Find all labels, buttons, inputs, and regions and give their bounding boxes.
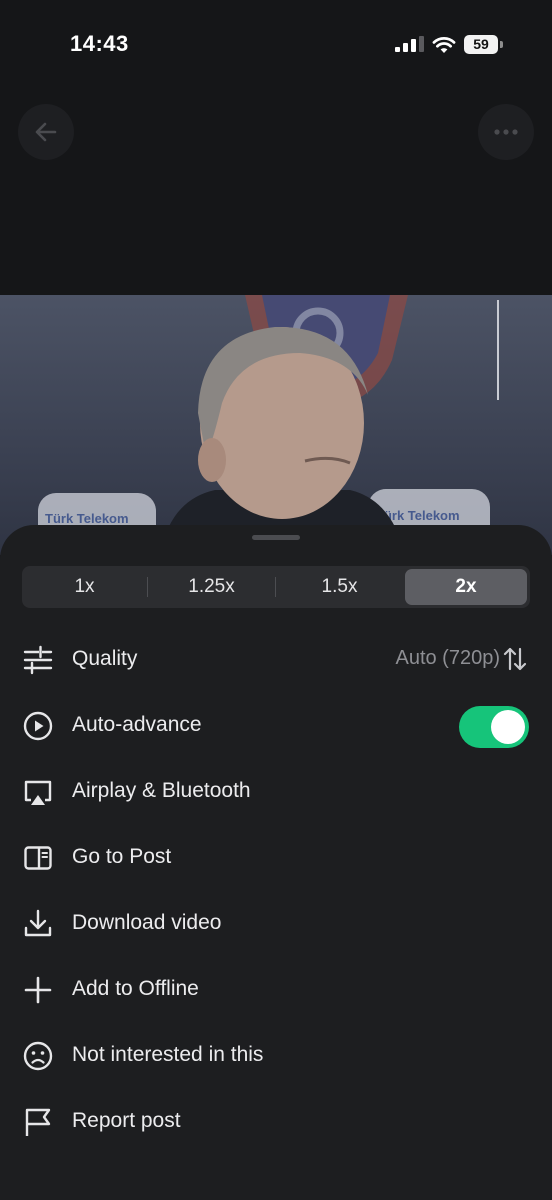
airplay-icon [24,780,52,805]
side-panel-icon [24,846,52,870]
quality-row[interactable]: Quality Auto (720p) [0,629,552,689]
battery-level: 59 [464,35,498,54]
back-button[interactable] [18,104,74,160]
frown-face-icon [23,1041,53,1071]
battery-icon: 59 [464,35,504,54]
sheet-drag-handle[interactable] [252,535,300,540]
add-to-offline-row[interactable]: Add to Offline [0,959,552,1019]
sponsor-logo-left: Türk Telekom [45,511,129,526]
airplay-row[interactable]: Airplay & Bluetooth [0,761,552,821]
not-interested-row[interactable]: Not interested in this [0,1025,552,1085]
toggle-knob [491,710,525,744]
go-to-post-row[interactable]: Go to Post [0,827,552,887]
go-to-post-label: Go to Post [72,845,172,868]
video-player[interactable]: Türk Telekom Türk Telekom [0,295,552,555]
speed-option-1-25x[interactable]: 1.25x [148,566,275,608]
download-video-label: Download video [72,911,222,934]
download-video-row[interactable]: Download video [0,893,552,953]
cellular-signal-icon [395,36,424,52]
download-icon [24,909,52,937]
flag-icon [25,1108,51,1136]
more-horizontal-icon [494,129,518,135]
quality-value: Auto (720p) [395,647,500,669]
playback-speed-selector: 1x 1.25x 1.5x 2x [22,566,530,608]
speed-option-1x[interactable]: 1x [22,566,147,608]
status-time: 14:43 [70,31,129,56]
add-to-offline-label: Add to Offline [72,977,199,1000]
not-interested-label: Not interested in this [72,1043,264,1066]
video-frame-image: Türk Telekom Türk Telekom [38,295,490,555]
airplay-label: Airplay & Bluetooth [72,779,251,802]
status-bar: 14:43 59 [0,0,552,90]
speed-option-1-5x[interactable]: 1.5x [276,566,403,608]
report-post-label: Report post [72,1109,181,1132]
swap-vertical-icon [503,647,527,671]
sliders-icon [23,645,53,675]
auto-advance-label: Auto-advance [72,713,202,736]
plus-icon [24,976,52,1004]
auto-advance-toggle[interactable] [459,706,529,748]
report-post-row[interactable]: Report post [0,1091,552,1151]
play-circle-icon [23,711,53,741]
more-options-button[interactable] [478,104,534,160]
arrow-left-icon [35,122,57,142]
auto-advance-row: Auto-advance [0,695,552,755]
speed-option-2x[interactable]: 2x [405,569,527,605]
quality-label: Quality [72,647,138,670]
wifi-icon [432,37,456,53]
video-scrubber[interactable] [497,300,499,400]
